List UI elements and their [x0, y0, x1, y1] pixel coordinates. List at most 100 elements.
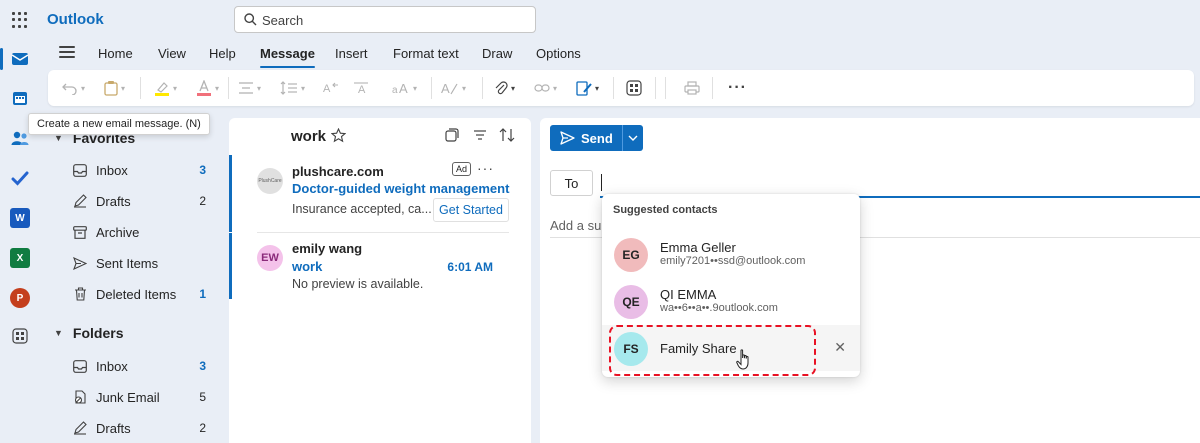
decrease-indent-icon[interactable]: A [323, 79, 339, 97]
contact-name: QI EMMA [660, 287, 717, 302]
contact-email: wa••6••a••.9outlook.com [660, 302, 778, 314]
send-options-dropdown[interactable] [622, 125, 643, 151]
drafts-icon [72, 420, 88, 436]
search-icon [244, 13, 257, 26]
contact-email: emily7201••ssd@outlook.com [660, 255, 806, 267]
sort-icon[interactable] [499, 128, 515, 142]
sender-name: plushcare.com [292, 164, 384, 179]
font-size-icon[interactable]: a A ▾ [392, 79, 417, 97]
tab-draw[interactable]: Draw [482, 46, 512, 61]
svg-text:a: a [392, 85, 398, 95]
clipboard-icon[interactable]: ▾ [104, 79, 125, 97]
folder-item-drafts[interactable]: Drafts 2 [72, 418, 222, 438]
unread-count: 3 [199, 163, 206, 177]
print-icon[interactable] [684, 79, 700, 97]
powerpoint-app-icon[interactable]: P [10, 288, 30, 308]
tab-view[interactable]: View [158, 46, 186, 61]
app-name[interactable]: Outlook [47, 11, 104, 28]
undo-icon[interactable]: ▾ [62, 79, 85, 97]
search-input[interactable]: Search [262, 13, 303, 28]
list-item[interactable]: EW emily wang work 6:01 AM No preview is… [229, 233, 531, 299]
favorites-item-archive[interactable]: Archive [72, 222, 222, 242]
ribbon-toolbar: ▾ ▾ ▾ ▾ ▾ ▾ A A a A ▾ A ▾ ▾ ▾ ▾ ··· [48, 70, 1194, 106]
app-rail: W X P [0, 40, 40, 443]
inbox-icon [72, 358, 88, 374]
apps-icon[interactable] [626, 79, 642, 97]
mail-app-icon[interactable] [10, 48, 30, 68]
avatar: QE [614, 285, 648, 319]
styles-icon[interactable]: A ▾ [441, 79, 466, 97]
filter-icon[interactable] [473, 128, 487, 142]
chevron-down-icon [628, 135, 638, 141]
subject-input[interactable]: Add a subject [550, 218, 602, 233]
hamburger-menu-icon[interactable] [59, 46, 75, 58]
message-subject: work [292, 259, 323, 274]
more-options-icon[interactable]: ··· [728, 79, 747, 97]
signature-icon[interactable]: ▾ [576, 79, 599, 97]
font-color-icon[interactable]: ▾ [196, 79, 219, 97]
favorites-item-sent-items[interactable]: Sent Items [72, 253, 222, 273]
tab-options[interactable]: Options [536, 46, 581, 61]
people-app-icon[interactable] [10, 128, 30, 148]
send-icon [72, 255, 88, 271]
item-count: 5 [199, 390, 206, 404]
highlight-box [609, 325, 816, 376]
svg-text:A: A [399, 81, 408, 95]
favorites-item-deleted-items[interactable]: Deleted Items 1 [72, 284, 222, 304]
avatar: EW [257, 245, 283, 271]
more-apps-icon[interactable] [10, 326, 30, 346]
list-item[interactable]: PlushCare plushcare.com Ad ··· Doctor-gu… [229, 155, 531, 232]
to-input-cursor[interactable] [601, 174, 602, 191]
folder-item-junk-email[interactable]: Junk Email 5 [72, 387, 222, 407]
attach-file-icon[interactable]: ▾ [494, 79, 515, 97]
item-count: 2 [199, 194, 206, 208]
contact-suggestion[interactable]: QE QI EMMA wa••6••a••.9outlook.com [602, 278, 860, 324]
get-started-button[interactable]: Get Started [433, 198, 509, 222]
calendar-app-icon[interactable] [10, 88, 30, 108]
send-button[interactable]: Send [550, 125, 643, 151]
sender-name: emily wang [292, 241, 363, 256]
todo-app-icon[interactable] [10, 168, 30, 188]
chevron-down-icon: ▼ [54, 328, 63, 338]
message-time: 6:01 AM [447, 260, 493, 274]
remove-suggestion-icon[interactable]: ✕ [834, 339, 846, 356]
svg-text:A: A [323, 83, 331, 95]
align-icon[interactable]: ▾ [238, 79, 261, 97]
new-message-tooltip: Create a new email message. (N) [28, 113, 210, 135]
avatar: EG [614, 238, 648, 272]
more-options-icon[interactable]: ··· [477, 160, 494, 176]
inbox-icon [72, 162, 88, 178]
folder-pane: ▼ Favorites Inbox 3 Drafts 2 Archive Sent… [42, 118, 226, 443]
line-spacing-icon[interactable]: ▾ [280, 79, 305, 97]
contact-suggestion[interactable]: EG Emma Geller emily7201••ssd@outlook.co… [602, 231, 860, 277]
avatar: PlushCare [257, 168, 283, 194]
highlight-icon[interactable]: ▾ [154, 79, 177, 97]
word-app-icon[interactable]: W [10, 208, 30, 228]
send-icon [560, 131, 575, 145]
excel-app-icon[interactable]: X [10, 248, 30, 268]
tab-format-text[interactable]: Format text [393, 46, 459, 61]
favorites-item-drafts[interactable]: Drafts 2 [72, 191, 222, 211]
to-button[interactable]: To [550, 170, 593, 196]
drafts-icon [72, 193, 88, 209]
message-preview: No preview is available. [292, 277, 424, 291]
tab-insert[interactable]: Insert [335, 46, 368, 61]
junk-icon [72, 389, 88, 405]
trash-icon [72, 286, 88, 302]
link-icon[interactable]: ▾ [534, 79, 557, 97]
ad-badge: Ad [452, 162, 472, 176]
folders-header[interactable]: ▼ Folders [54, 325, 124, 341]
star-icon[interactable] [331, 128, 346, 143]
search-box[interactable]: Search [234, 6, 536, 33]
increase-indent-icon[interactable]: A [353, 79, 369, 97]
app-launcher-icon[interactable] [12, 12, 28, 28]
message-list: work PlushCare plushcare.com Ad ··· Doct… [229, 118, 531, 443]
favorites-item-inbox[interactable]: Inbox 3 [72, 160, 222, 180]
tab-help[interactable]: Help [209, 46, 236, 61]
tab-home[interactable]: Home [98, 46, 133, 61]
folder-item-inbox[interactable]: Inbox 3 [72, 356, 222, 376]
contact-name: Emma Geller [660, 240, 736, 255]
select-mode-icon[interactable] [445, 128, 459, 142]
active-indicator [0, 48, 3, 70]
tab-message[interactable]: Message [260, 46, 315, 68]
